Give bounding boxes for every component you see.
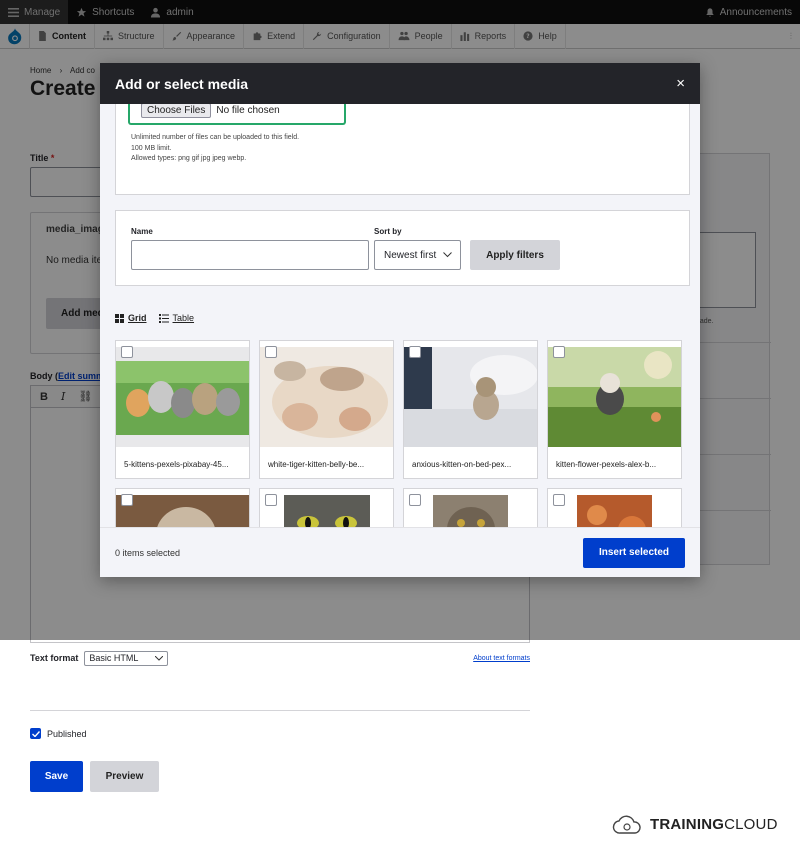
media-name: 5-kittens-pexels-pixabay-45... (124, 460, 229, 469)
check-icon (31, 730, 40, 737)
file-upload-field[interactable]: Choose Files No file chosen (128, 104, 346, 125)
close-icon[interactable]: × (676, 76, 685, 91)
choose-files-button[interactable]: Choose Files (141, 104, 212, 118)
dialog-header: Add or select media × (100, 63, 700, 104)
cloud-icon (612, 815, 641, 834)
table-view-link[interactable]: Table (158, 313, 195, 323)
media-thumbnail (577, 495, 652, 527)
media-thumbnail (548, 347, 681, 447)
media-item[interactable] (115, 488, 250, 527)
upload-help-line: Allowed types: png gif jpg jpeg webp. (131, 155, 247, 162)
view-toggle: Grid Table (115, 313, 194, 323)
text-format-label: Text format (30, 653, 79, 663)
upload-help-text: Unlimited number of files can be uploade… (131, 133, 299, 165)
published-checkbox-row[interactable]: Published (30, 728, 87, 739)
save-button[interactable]: Save (30, 761, 83, 792)
media-thumbnail (260, 347, 393, 447)
trainingcloud-logo: TRAININGCLOUD (612, 812, 778, 836)
dialog-footer: 0 items selected Insert selected (100, 527, 700, 577)
sort-by-label: Sort by (374, 227, 402, 236)
chevron-down-icon (155, 655, 164, 661)
preview-button[interactable]: Preview (90, 761, 159, 792)
published-checkbox[interactable] (30, 728, 41, 739)
media-item[interactable]: 5-kittens-pexels-pixabay-45... (115, 340, 250, 479)
published-label: Published (47, 728, 87, 739)
grid-icon (115, 313, 124, 323)
sort-by-select[interactable]: Newest first (374, 240, 461, 270)
filter-section: Name Sort by Newest first Apply filters (115, 210, 690, 286)
name-filter-input[interactable] (131, 240, 369, 270)
dialog-body[interactable]: Choose Files No file chosen Unlimited nu… (100, 104, 700, 527)
media-thumbnail (433, 495, 508, 527)
upload-help-line: Unlimited number of files can be uploade… (131, 134, 300, 141)
selection-count: 0 items selected (115, 547, 181, 558)
brand-text: TRAININGCLOUD (650, 816, 778, 833)
media-name: kitten-flower-pexels-alex-b... (556, 460, 657, 469)
media-select-checkbox[interactable] (409, 346, 421, 358)
text-format-row: Text format Basic HTML About text format… (30, 649, 530, 667)
upload-section: Choose Files No file chosen Unlimited nu… (115, 104, 690, 195)
media-select-checkbox[interactable] (265, 494, 277, 506)
brand-strong: TRAINING (650, 815, 725, 833)
table-view-label: Table (172, 313, 195, 323)
media-item[interactable]: anxious-kitten-on-bed-pex... (403, 340, 538, 479)
no-file-text: No file chosen (216, 105, 280, 116)
chevron-down-icon (443, 252, 452, 258)
about-text-formats-link[interactable]: About text formats (473, 655, 530, 662)
media-select-checkbox[interactable] (553, 346, 565, 358)
upload-help-line: 100 MB limit. (131, 144, 172, 152)
media-item[interactable]: white-tiger-kitten-belly-be... (259, 340, 394, 479)
grid-view-link[interactable]: Grid (115, 313, 147, 323)
media-thumbnail (116, 347, 249, 447)
media-item[interactable] (403, 488, 538, 527)
apply-filters-button[interactable]: Apply filters (470, 240, 560, 270)
media-item[interactable]: kitten-flower-pexels-alex-b... (547, 340, 682, 479)
divider (30, 710, 530, 711)
media-library-dialog: Add or select media × Choose Files No fi… (100, 63, 700, 577)
sort-by-value: Newest first (384, 249, 437, 261)
media-select-checkbox[interactable] (553, 494, 565, 506)
text-format-value: Basic HTML (89, 653, 139, 663)
media-select-checkbox[interactable] (409, 494, 421, 506)
grid-view-label: Grid (128, 313, 147, 323)
media-name: anxious-kitten-on-bed-pex... (412, 460, 512, 469)
media-name: white-tiger-kitten-belly-be... (268, 460, 365, 469)
media-thumbnail (404, 347, 537, 447)
media-item[interactable] (547, 488, 682, 527)
media-select-checkbox[interactable] (121, 346, 133, 358)
list-icon (158, 313, 169, 323)
media-select-checkbox[interactable] (265, 346, 277, 358)
text-format-select[interactable]: Basic HTML (84, 650, 169, 666)
media-select-checkbox[interactable] (121, 494, 133, 506)
insert-selected-button[interactable]: Insert selected (583, 537, 685, 568)
media-thumbnail (116, 495, 249, 527)
media-thumbnail (284, 495, 370, 527)
brand-rest: CLOUD (724, 815, 778, 833)
media-item[interactable] (259, 488, 394, 527)
name-filter-label: Name (131, 227, 153, 236)
dialog-title: Add or select media (115, 75, 249, 92)
